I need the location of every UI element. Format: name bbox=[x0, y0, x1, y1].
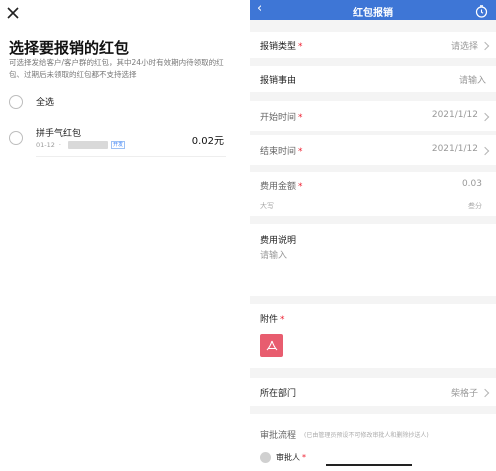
red-packet-meta: 01-12 · 开发 bbox=[36, 141, 125, 149]
chevron-right-icon bbox=[480, 388, 490, 398]
approver-label: 审批人 bbox=[276, 453, 300, 462]
end-time-label: 结束时间 * bbox=[260, 147, 303, 157]
chevron-right-icon bbox=[480, 41, 490, 51]
reimbursement-form-panel: ‹ 红包报销 报销类型 * 请选择 报销事由 请输入 开始时间 * 2021/1/1… bbox=[250, 0, 496, 471]
selection-description: 可选择发给客户/客户群的红包，其中24小时有效期内待领取的红包、过期后未领取的红… bbox=[9, 58, 224, 79]
department-label: 所在部门 bbox=[260, 389, 297, 399]
reimburse-type-row[interactable]: 报销类型 * 请选择 bbox=[250, 32, 496, 58]
select-all-label[interactable]: 全选 bbox=[36, 95, 54, 108]
close-icon[interactable] bbox=[6, 6, 20, 20]
reimburse-type-label: 报销类型 * bbox=[260, 42, 303, 52]
approver-name-redacted bbox=[326, 464, 412, 466]
approval-label: 审批流程 (已由管理员预设不可修改审批人和删除抄送人) bbox=[260, 431, 429, 441]
timer-icon[interactable] bbox=[475, 3, 488, 18]
pdf-attachment-icon[interactable] bbox=[260, 334, 283, 357]
red-packet-date: 01-12 bbox=[36, 141, 55, 149]
department-row[interactable]: 所在部门 柴格子 bbox=[250, 378, 496, 406]
approval-note: (已由管理员预设不可修改审批人和删除抄送人) bbox=[304, 432, 429, 439]
end-time-value[interactable]: 2021/1/12 bbox=[432, 144, 478, 154]
page-title: 选择要报销的红包 bbox=[9, 39, 130, 57]
amount-row: 费用金额 * 0.03 大写 叁分 bbox=[250, 172, 496, 216]
amount-value: 0.03 bbox=[461, 179, 482, 189]
header-title: 红包报销 bbox=[353, 8, 393, 19]
start-time-row[interactable]: 开始时间 * 2021/1/12 bbox=[250, 101, 496, 131]
start-time-label: 开始时间 * bbox=[260, 113, 303, 123]
meta-separator: · bbox=[58, 141, 61, 149]
red-packet-amount: 0.02元 bbox=[191, 136, 224, 147]
reimburse-type-value[interactable]: 请选择 bbox=[451, 39, 478, 52]
amount-uppercase-label: 大写 bbox=[260, 202, 274, 210]
approver-item[interactable]: 审批人 * bbox=[260, 452, 306, 463]
attachment-label: 附件 * bbox=[260, 315, 285, 325]
red-packet-radio[interactable] bbox=[9, 131, 23, 145]
description-input[interactable]: 请输入 bbox=[260, 248, 287, 261]
end-time-row[interactable]: 结束时间 * 2021/1/12 bbox=[250, 135, 496, 165]
attachment-row: 附件 * bbox=[250, 304, 496, 368]
red-packet-name: 拼手气红包 bbox=[36, 129, 82, 139]
description-row[interactable]: 费用说明 请输入 bbox=[250, 224, 496, 296]
department-value[interactable]: 柴格子 bbox=[451, 386, 478, 399]
reimburse-reason-label: 报销事由 bbox=[260, 76, 297, 86]
avatar bbox=[260, 452, 271, 463]
red-packet-selector-panel: 选择要报销的红包 可选择发给客户/客户群的红包，其中24小时有效期内待领取的红包… bbox=[0, 0, 238, 471]
chevron-right-icon bbox=[480, 112, 490, 122]
select-all-radio[interactable] bbox=[9, 95, 23, 109]
amount-label: 费用金额 * bbox=[260, 182, 303, 192]
reimburse-reason-row[interactable]: 报销事由 请输入 bbox=[250, 66, 496, 92]
red-packet-tag: 开发 bbox=[110, 141, 125, 149]
chevron-right-icon bbox=[480, 146, 490, 156]
header-bar: ‹ 红包报销 bbox=[250, 0, 496, 20]
start-time-value[interactable]: 2021/1/12 bbox=[432, 110, 478, 120]
amount-uppercase-value: 叁分 bbox=[468, 202, 482, 210]
reimburse-reason-input[interactable]: 请输入 bbox=[459, 73, 486, 86]
description-label: 费用说明 bbox=[260, 236, 297, 246]
list-divider bbox=[36, 156, 226, 157]
redacted-recipient bbox=[67, 141, 108, 149]
